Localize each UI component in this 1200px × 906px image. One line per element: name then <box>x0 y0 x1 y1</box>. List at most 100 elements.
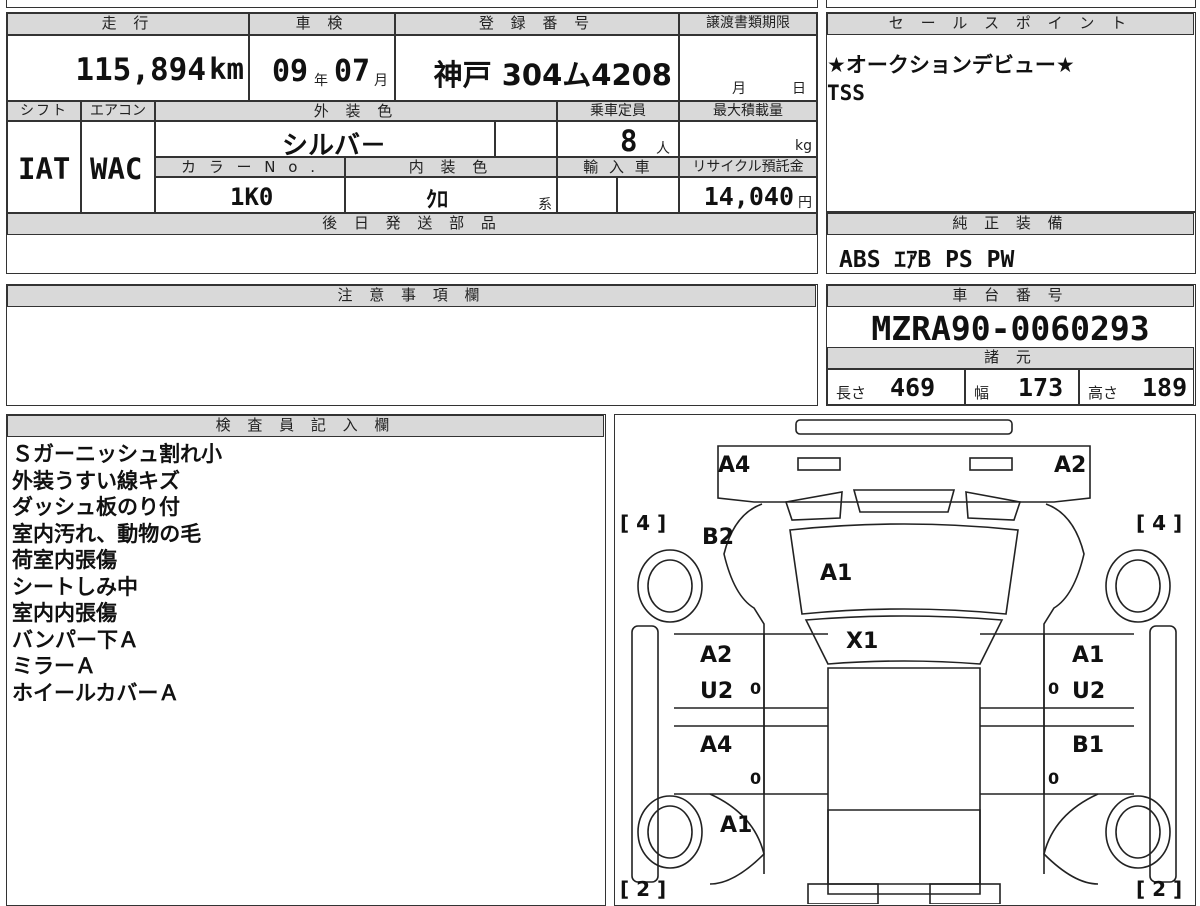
equipment-value: ABS ｴｱB PS PW <box>839 247 1015 273</box>
inspector-note: 外装うすい線キズ <box>12 468 180 493</box>
mileage-cell: 115,894 km <box>7 35 249 101</box>
exterior-color-cell: シルバ－ <box>155 121 495 161</box>
rear-left-arch-shape <box>709 793 765 885</box>
inspector-note: ホイールカバーＡ <box>12 680 180 705</box>
spec-width-label: 幅 <box>974 384 990 402</box>
exterior-color-extra <box>495 121 557 157</box>
mark-hood: A1 <box>820 561 852 586</box>
capacity-cell: 8 人 <box>557 121 679 158</box>
spec-height-cell: 高さ 189 <box>1079 369 1194 405</box>
mark-front-right-corner: A2 <box>1054 453 1086 478</box>
spec-height-value: 189 <box>1142 373 1188 402</box>
inspector-note: シートしみ中 <box>12 574 138 599</box>
later-parts-header: 後 日 発 送 部 品 <box>7 213 817 235</box>
max-load-cell: kg <box>679 121 817 157</box>
sales-point-panel: セ ー ル ス ポ イ ン ト ★オークションデビュー★ TSS <box>826 12 1196 212</box>
spec-width-cell: 幅 173 <box>965 369 1079 405</box>
mark-left-front-door-2: U2 <box>700 679 733 704</box>
spec-width-value: 173 <box>1018 373 1064 402</box>
rear-right-arch-shape <box>1043 793 1099 885</box>
sales-point-header: セ ー ル ス ポ イ ン ト <box>827 13 1194 35</box>
sales-point-line2: TSS <box>827 81 865 105</box>
max-load-unit: kg <box>795 138 812 154</box>
inspector-note: Ｓガーニッシュ割れ小 <box>12 442 222 466</box>
max-load-header: 最大積載量 <box>679 101 817 121</box>
windshield-shape <box>804 615 1004 665</box>
front-left-lamp-shape <box>797 457 841 471</box>
mileage-unit: km <box>209 52 244 86</box>
front-bumper-shape <box>717 445 1091 503</box>
spec-length-value: 469 <box>890 373 936 402</box>
mark-door-zero-3: 0 <box>1048 679 1059 698</box>
car-diagram: [ 4 ] [ 4 ] [ 2 ] [ 2 ] A4 A2 B2 A1 X1 A… <box>620 419 1182 904</box>
caution-panel: 注 意 事 項 欄 <box>6 284 818 406</box>
mark-left-rear-fender: A1 <box>720 813 752 838</box>
front-right-lamp-shape <box>969 457 1013 471</box>
shift-value: IAT <box>18 152 71 186</box>
top-edge-strip-right <box>826 0 1196 8</box>
mark-door-zero-2: 0 <box>750 769 761 788</box>
registration-header: 登 録 番 号 <box>395 13 679 35</box>
body-outline-shape <box>723 503 1085 874</box>
inspector-note: 室内内張傷 <box>12 601 117 625</box>
spec-length-label: 長さ <box>836 384 867 402</box>
mark-right-rear-door: B1 <box>1072 733 1104 758</box>
spec-length-cell: 長さ 469 <box>827 369 965 405</box>
inspector-note: ミラーＡ <box>12 654 96 678</box>
mark-right-front-door: A1 <box>1072 643 1104 668</box>
color-no-value: 1K0 <box>230 183 274 211</box>
inspection-month: 07 <box>334 54 371 89</box>
inspection-cell: 09 年 07 月 <box>249 35 395 101</box>
interior-color-unit: 系 <box>538 197 552 213</box>
shift-cell: IAT <box>7 121 81 213</box>
mark-front-left-corner: A4 <box>718 453 750 478</box>
mileage-value: 115,894 <box>75 52 206 88</box>
tire-rear-left-inner <box>647 805 693 859</box>
transfer-deadline-header: 譲渡書類期限 <box>679 13 817 35</box>
color-no-header: カ ラ ー N o . <box>155 157 345 177</box>
ac-value: WAC <box>90 152 143 186</box>
roof-spoiler-shape <box>795 419 1013 435</box>
interior-color-value: ｸﾛ <box>426 188 449 213</box>
mark-left-rear-door: A4 <box>700 733 732 758</box>
mark-left-front-door: A2 <box>700 643 732 668</box>
caution-header: 注 意 事 項 欄 <box>7 285 816 307</box>
inspection-year-unit: 年 <box>314 73 328 89</box>
mark-door-zero-1: 0 <box>750 679 761 698</box>
spec-height-label: 高さ <box>1088 384 1119 402</box>
later-parts-area <box>7 235 817 272</box>
mark-door-zero-4: 0 <box>1048 769 1059 788</box>
recycle-cell: 14,040 円 <box>679 177 817 213</box>
inspection-year: 09 <box>272 54 309 89</box>
interior-color-cell: ｸﾛ 系 <box>345 177 557 213</box>
shift-header: シフト <box>7 101 81 121</box>
car-diagram-panel: [ 4 ] [ 4 ] [ 2 ] [ 2 ] A4 A2 B2 A1 X1 A… <box>614 414 1196 906</box>
inspector-panel: 検 査 員 記 入 欄 Ｓガーニッシュ割れ小 外装うすい線キズ ダッシュ板のり付… <box>6 414 606 906</box>
inspector-notes: Ｓガーニッシュ割れ小 外装うすい線キズ ダッシュ板のり付 室内汚れ、動物の毛 荷… <box>12 441 222 706</box>
sales-point-line1: ★オークションデビュー★ <box>827 53 1075 77</box>
tire-rear-left-label: [ 2 ] <box>620 877 666 901</box>
grille-center-shape <box>852 489 956 513</box>
equipment-header: 純 正 装 備 <box>827 213 1194 235</box>
equipment-panel: 純 正 装 備 ABS ｴｱB PS PW <box>826 212 1196 274</box>
specs-header: 諸 元 <box>827 347 1194 369</box>
left-side-strip <box>631 625 659 883</box>
chassis-number: MZRA90-0060293 <box>871 309 1150 348</box>
inspector-note: バンパー下Ａ <box>12 627 140 652</box>
interior-color-header: 内 装 色 <box>345 157 557 177</box>
ac-cell: WAC <box>81 121 155 213</box>
mileage-header: 走 行 <box>7 13 249 35</box>
transfer-deadline-cell: 月 日 <box>679 35 817 101</box>
inspector-note: 荷室内張傷 <box>12 548 117 572</box>
import-cell-a <box>557 177 617 213</box>
registration-cell: 神戸 304ム4208 <box>395 35 679 101</box>
recycle-unit: 円 <box>798 195 812 211</box>
inspection-header: 車 検 <box>249 13 395 35</box>
transfer-month: 月 <box>732 81 746 97</box>
ac-header: エアコン <box>81 101 155 121</box>
recycle-value: 14,040 <box>703 182 794 211</box>
grille-right-shape <box>965 491 1022 521</box>
tire-rear-right-inner <box>1115 805 1161 859</box>
inspection-month-unit: 月 <box>374 73 388 89</box>
capacity-value: 8 <box>620 124 638 158</box>
